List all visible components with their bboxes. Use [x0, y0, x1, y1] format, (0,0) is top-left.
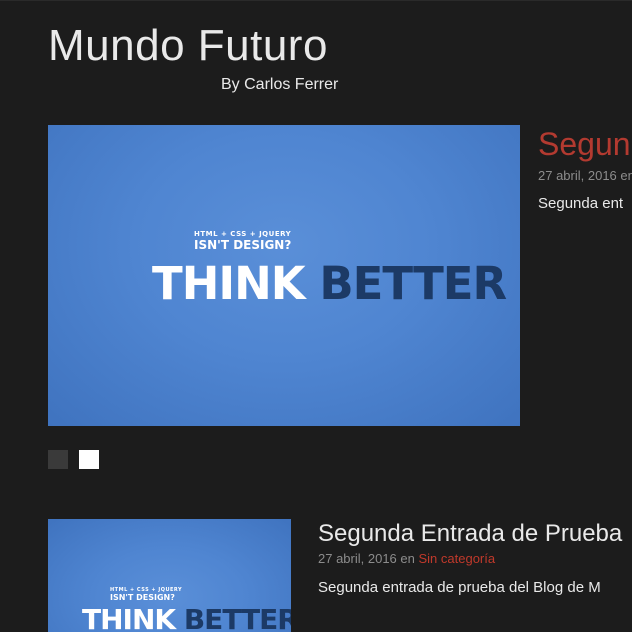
image-text-question: ISN'T DESIGN? [194, 238, 292, 252]
slider-post-meta: 27 abril, 2016 en [538, 168, 632, 183]
slider-featured-image[interactable]: HTML + CSS + JQUERY ISN'T DESIGN? THINK … [48, 125, 520, 426]
slider-dot-2-active[interactable] [79, 450, 99, 469]
image-headline-word-1: THINK [152, 257, 306, 310]
post-thumbnail[interactable]: HTML + CSS + JQUERY ISN'T DESIGN? THINK … [48, 519, 291, 632]
top-border [0, 0, 632, 1]
post-category-link[interactable]: Sin categoría [419, 551, 496, 566]
slider-post-excerpt: Segunda ent [538, 195, 624, 212]
post-excerpt: Segunda entrada de prueba del Blog de M [318, 579, 601, 596]
post-date: 27 abril, 2016 [318, 551, 397, 566]
post-title[interactable]: Segunda Entrada de Prueba [318, 520, 622, 548]
site-title[interactable]: Mundo Futuro [48, 24, 328, 68]
site-tagline: By Carlos Ferrer [221, 76, 339, 93]
slider-dot-1[interactable] [48, 450, 68, 469]
thumb-text-question: ISN'T DESIGN? [110, 593, 175, 602]
image-headline: THINK BETTER [152, 261, 507, 306]
thumb-headline-word-2: BETTER [183, 603, 291, 632]
slider-post-title[interactable]: Segun [538, 126, 631, 163]
post-meta-separator: en [400, 551, 415, 566]
page: Mundo Futuro By Carlos Ferrer HTML + CSS… [0, 0, 632, 632]
thumb-headline: THINK BETTER [82, 606, 291, 632]
image-text-tech: HTML + CSS + JQUERY [194, 230, 292, 238]
image-headline-word-2: BETTER [319, 257, 507, 310]
post-meta: 27 abril, 2016 en Sin categoría [318, 551, 495, 566]
thumb-headline-word-1: THINK [82, 603, 176, 632]
